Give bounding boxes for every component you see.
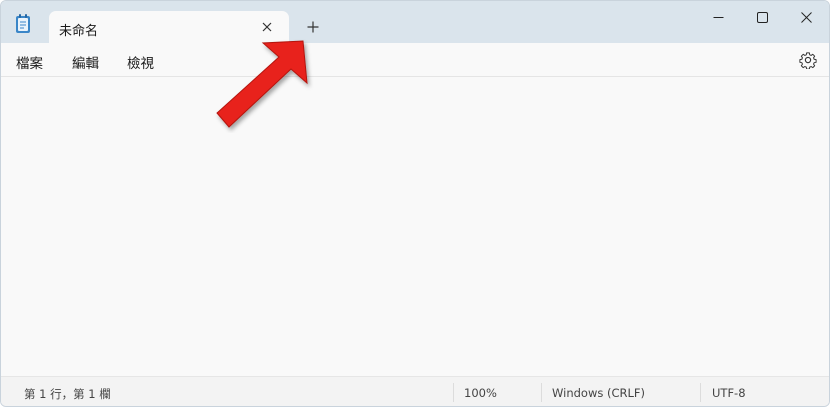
notepad-window: 未命名 檔案 編輯 檢視 第 1 行，第 1 欄 100% Windows (C… — [0, 0, 830, 407]
status-divider — [700, 383, 701, 402]
tab-title: 未命名 — [59, 24, 99, 39]
maximize-icon[interactable] — [739, 5, 785, 29]
menu-file[interactable]: 檔案 — [16, 52, 43, 72]
cursor-position: 第 1 行，第 1 欄 — [24, 387, 111, 401]
close-icon[interactable] — [783, 5, 829, 29]
zoom-level[interactable]: 100% — [464, 386, 497, 400]
title-bar[interactable]: 未命名 — [1, 1, 829, 44]
line-ending[interactable]: Windows (CRLF) — [552, 386, 645, 400]
status-bar: 第 1 行，第 1 欄 100% Windows (CRLF) UTF-8 — [1, 376, 829, 406]
status-divider — [541, 383, 542, 402]
close-icon[interactable] — [257, 17, 277, 37]
menu-view[interactable]: 檢視 — [127, 52, 154, 72]
plus-icon[interactable] — [303, 17, 323, 37]
status-divider — [453, 383, 454, 402]
menu-bar: 檔案 編輯 檢視 — [1, 43, 829, 77]
notepad-icon — [15, 14, 31, 34]
red-arrow — [216, 40, 308, 128]
text-editor[interactable] — [1, 77, 829, 375]
menu-edit[interactable]: 編輯 — [72, 52, 99, 72]
gear-icon[interactable] — [799, 51, 817, 70]
encoding[interactable]: UTF-8 — [712, 386, 746, 400]
minimize-icon[interactable] — [695, 5, 741, 29]
